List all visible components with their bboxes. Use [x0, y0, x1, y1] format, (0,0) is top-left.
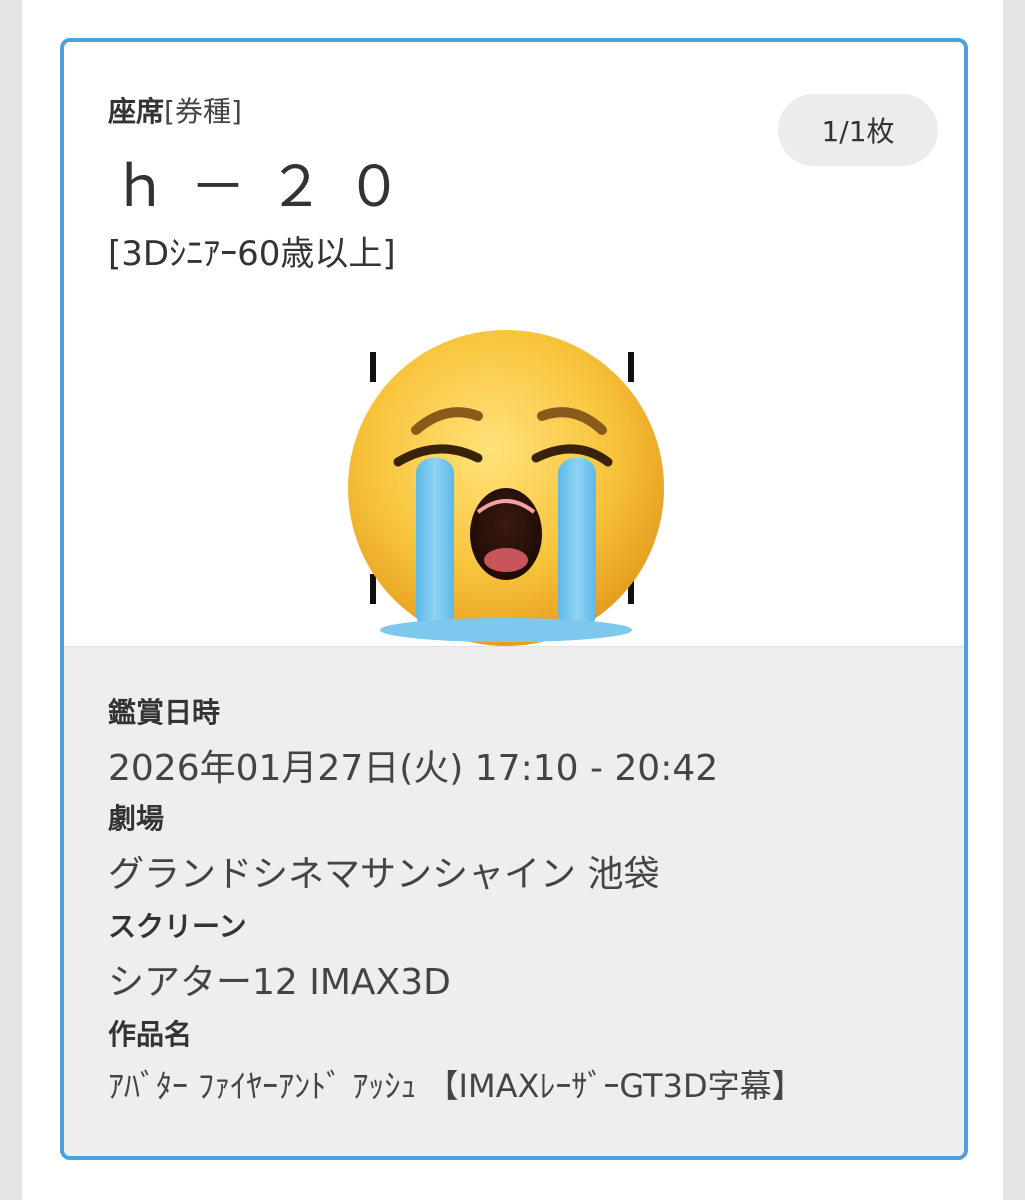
- seat-label-text: 座席: [108, 95, 165, 128]
- ticket-type: [3Dｼﾆｱｰ60歳以上]: [108, 234, 396, 274]
- movie-title-label: 作品名: [108, 1018, 193, 1051]
- screen-label: スクリーン: [108, 910, 247, 943]
- details-panel: 鑑賞日時 2026年01月27日(火) 17:10 - 20:42 劇場 グラン…: [64, 646, 964, 1156]
- datetime-value: 2026年01月27日(火) 17:10 - 20:42: [108, 748, 719, 789]
- movie-title-section: 作品名 ｱﾊﾞﾀｰ ﾌｧｲﾔｰｱﾝﾄﾞ ｱｯｼｭ 【IMAXﾚｰｻﾞｰGT3D字…: [108, 1013, 804, 1107]
- theater-value: グランドシネマサンシャイン 池袋: [108, 854, 660, 895]
- seat-label: 座席[券種]: [108, 90, 242, 130]
- emoji-area: [64, 312, 964, 646]
- theater-label: 劇場: [108, 802, 165, 835]
- ticket-count-badge: 1/1枚: [778, 94, 938, 166]
- screen-section: スクリーン シアター12 IMAX3D: [108, 905, 451, 1005]
- datetime-label: 鑑賞日時: [108, 696, 221, 729]
- theater-section: 劇場 グランドシネマサンシャイン 池袋: [108, 797, 659, 897]
- left-edge-strip: [0, 0, 22, 1200]
- ticket-type-label-text: [券種]: [164, 95, 242, 128]
- screen-value: シアター12 IMAX3D: [108, 962, 451, 1003]
- datetime-section: 鑑賞日時 2026年01月27日(火) 17:10 - 20:42: [108, 691, 718, 791]
- right-edge-strip: [1003, 0, 1025, 1200]
- loudly-crying-face-icon: [348, 330, 664, 646]
- seat-number: ｈ－２０: [112, 155, 424, 220]
- ticket-card: 座席[券種] 1/1枚 ｈ－２０ [3Dｼﾆｱｰ60歳以上] 鑑賞日時 2026…: [60, 38, 968, 1160]
- movie-title-value: ｱﾊﾞﾀｰ ﾌｧｲﾔｰｱﾝﾄﾞ ｱｯｼｭ 【IMAXﾚｰｻﾞｰGT3D字幕】: [108, 1067, 804, 1105]
